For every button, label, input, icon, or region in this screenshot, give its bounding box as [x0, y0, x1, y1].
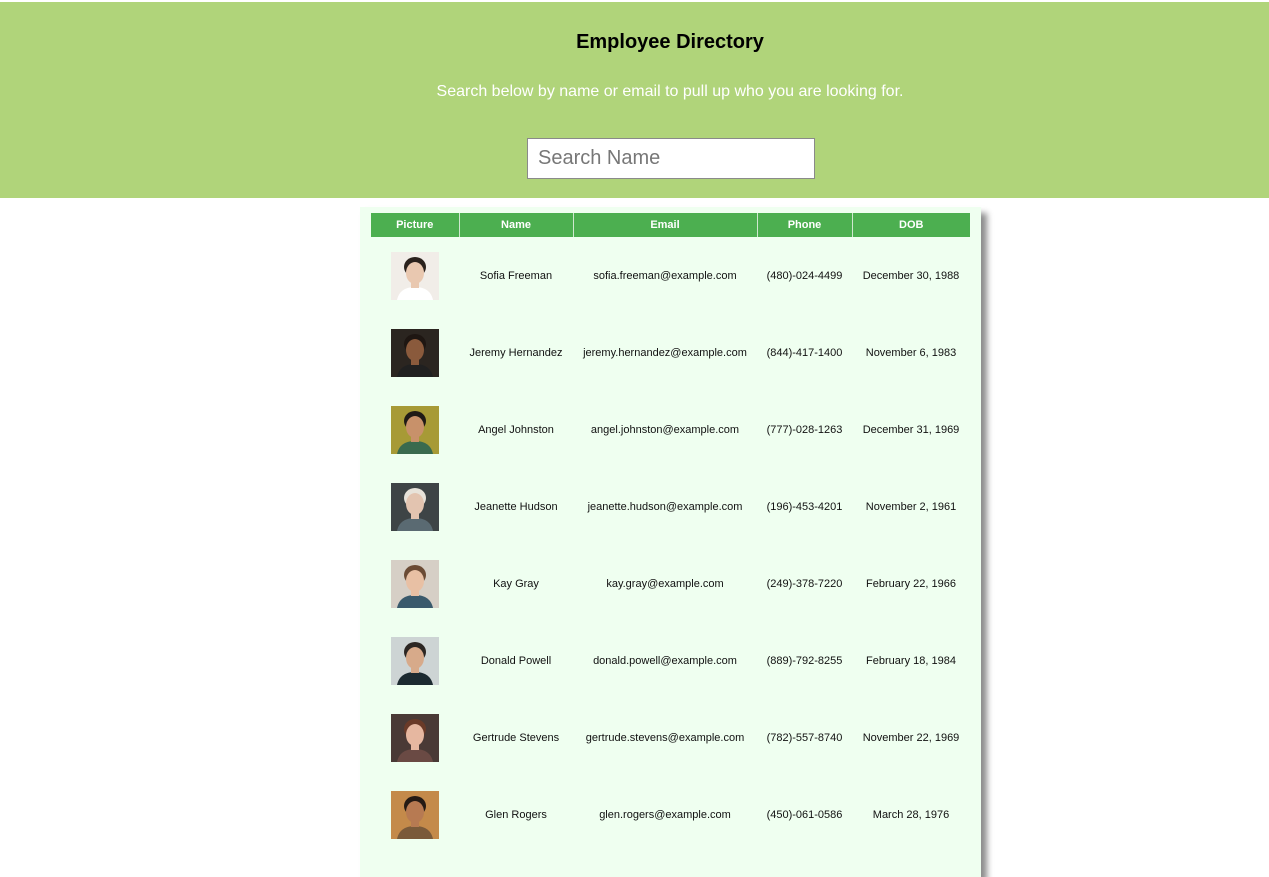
- person-photo-icon: [391, 559, 439, 608]
- picture-cell: [371, 468, 459, 545]
- employee-name: Gertrude Stevens: [472, 731, 560, 744]
- table-row: Glen Rogers glen.rogers@example.com (450)-…: [371, 776, 970, 853]
- employee-email: jeanette.hudson@example.com: [587, 500, 743, 513]
- table-row: Gertrude Stevens gertrude.stevens@example…: [371, 699, 970, 776]
- employee-email: sofia.freeman@example.com: [593, 269, 737, 282]
- person-photo-icon: [391, 405, 439, 454]
- table-row: Jeremy Hernandez jeremy.hernandez@example…: [371, 314, 970, 391]
- employee-name: Kay Gray: [493, 577, 539, 590]
- page-subtitle: Search below by name or email to pull up…: [436, 83, 904, 100]
- person-photo-icon: [391, 251, 439, 300]
- column-header-picture[interactable]: Picture: [371, 213, 460, 237]
- person-photo-icon: [391, 713, 439, 762]
- employee-table: Picture Name Email Phone DOB Sofia Freem…: [371, 213, 970, 853]
- employee-dob: March 28, 1976: [872, 808, 950, 821]
- table-row: Donald Powell donald.powell@example.com (8…: [371, 622, 970, 699]
- employee-phone: (782)-557-8740: [766, 731, 843, 744]
- employee-dob: February 18, 1984: [866, 654, 956, 667]
- column-header-dob[interactable]: DOB: [852, 213, 970, 237]
- employee-email: donald.powell@example.com: [593, 654, 737, 667]
- employee-name: Angel Johnston: [478, 423, 554, 436]
- picture-cell: [371, 314, 459, 391]
- employee-email: glen.rogers@example.com: [599, 808, 731, 821]
- employee-phone: (196)-453-4201: [766, 500, 843, 513]
- employee-dob: November 2, 1961: [865, 500, 957, 513]
- column-header-phone[interactable]: Phone: [757, 213, 853, 237]
- employee-phone: (450)-061-0586: [766, 808, 843, 821]
- search-input[interactable]: [527, 138, 815, 179]
- employee-name: Jeanette Hudson: [474, 500, 558, 513]
- table-row: Kay Gray kay.gray@example.com (249)-378-72…: [371, 545, 970, 622]
- employee-phone: (249)-378-7220: [766, 577, 843, 590]
- page-header: Employee Directory Search below by name …: [0, 2, 1269, 198]
- employee-email: angel.johnston@example.com: [590, 423, 740, 436]
- person-photo-icon: [391, 328, 439, 377]
- employee-phone: (480)-024-4499: [766, 269, 843, 282]
- column-header-name[interactable]: Name: [459, 213, 574, 237]
- picture-cell: [371, 237, 459, 314]
- employee-dob: February 22, 1966: [866, 577, 956, 590]
- picture-cell: [371, 545, 459, 622]
- employee-dob: December 31, 1969: [862, 423, 960, 436]
- picture-cell: [371, 622, 459, 699]
- employee-name: Sofia Freeman: [479, 269, 553, 282]
- employee-phone: (844)-417-1400: [766, 346, 843, 359]
- employee-email: kay.gray@example.com: [606, 577, 724, 590]
- employee-name: Jeremy Hernandez: [469, 346, 563, 359]
- table-row: Angel Johnston angel.johnston@example.com…: [371, 391, 970, 468]
- table-row: Sofia Freeman sofia.freeman@example.com (4…: [371, 237, 970, 314]
- employee-email: gertrude.stevens@example.com: [585, 731, 745, 744]
- person-photo-icon: [391, 790, 439, 839]
- employee-name: Donald Powell: [480, 654, 552, 667]
- employee-phone: (889)-792-8255: [766, 654, 843, 667]
- column-header-email[interactable]: Email: [573, 213, 758, 237]
- employee-phone: (777)-028-1263: [766, 423, 843, 436]
- employee-dob: November 22, 1969: [862, 731, 960, 744]
- table-header-row: Picture Name Email Phone DOB: [371, 213, 970, 237]
- employee-email: jeremy.hernandez@example.com: [583, 346, 747, 359]
- picture-cell: [371, 776, 459, 853]
- employee-dob: December 30, 1988: [862, 269, 960, 282]
- picture-cell: [371, 699, 459, 776]
- employee-name: Glen Rogers: [485, 808, 547, 821]
- employee-table-card: Picture Name Email Phone DOB Sofia Freem…: [360, 207, 981, 877]
- picture-cell: [371, 391, 459, 468]
- person-photo-icon: [391, 482, 439, 531]
- person-photo-icon: [391, 636, 439, 685]
- employee-dob: November 6, 1983: [865, 346, 957, 359]
- page-title: Employee Directory: [576, 31, 764, 53]
- table-row: Jeanette Hudson jeanette.hudson@example.c…: [371, 468, 970, 545]
